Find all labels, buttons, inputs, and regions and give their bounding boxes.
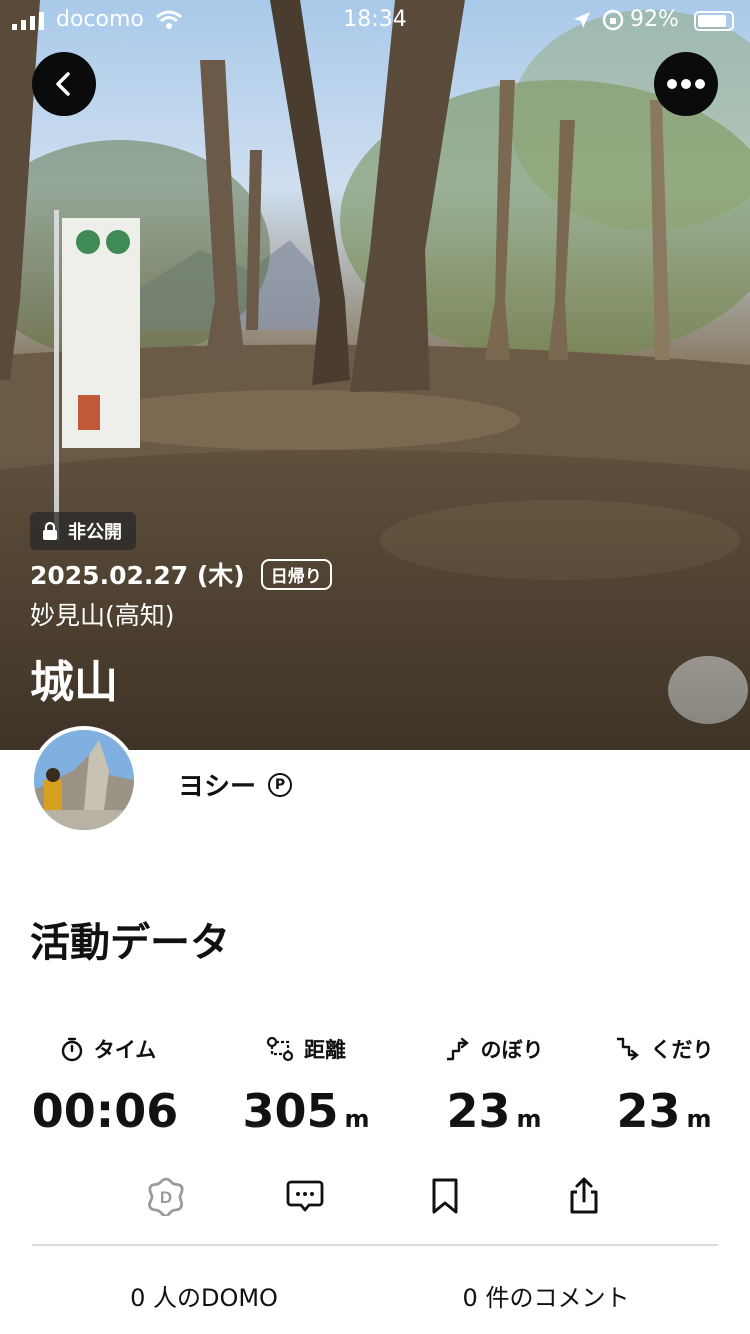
user-row[interactable]: ヨシー P <box>178 766 293 803</box>
hero-photo: docomo 18:34 92% 非公開 2025.02.27 (木) 日帰り … <box>0 0 750 750</box>
date-row: 2025.02.27 (木) 日帰り <box>30 556 332 592</box>
activity-date: 2025.02.27 (木) <box>30 561 245 590</box>
stat-descent-label: くだり <box>650 1038 714 1062</box>
mountain-name[interactable]: 妙見山(高知) <box>30 596 175 632</box>
bookmark-icon <box>432 1178 458 1214</box>
stat-distance-unit: m <box>344 1105 370 1133</box>
stat-ascent-unit: m <box>516 1105 542 1133</box>
location-arrow-icon <box>574 12 590 28</box>
bookmark-button[interactable] <box>423 1174 467 1218</box>
stopwatch-icon <box>61 1037 82 1062</box>
stat-ascent-value: 23 <box>446 1084 511 1138</box>
stat-distance-value: 305 <box>242 1084 339 1138</box>
route-icon <box>266 1036 294 1062</box>
visibility-badge: 非公開 <box>30 512 136 550</box>
domo-button[interactable]: D <box>144 1174 188 1218</box>
comment-count-link[interactable]: 0 件のコメント <box>396 1278 696 1313</box>
domo-icon: D <box>148 1177 184 1216</box>
back-button[interactable] <box>32 52 96 116</box>
activity-title: 城山 <box>30 657 118 708</box>
avatar[interactable] <box>30 726 138 834</box>
stat-distance-label: 距離 <box>304 1038 346 1062</box>
svg-text:D: D <box>160 1188 172 1207</box>
stat-descent-value: 23 <box>616 1084 681 1138</box>
stat-time-value: 00:06 <box>31 1084 179 1138</box>
stats-row: タイム 00:06 距離 305 m のぼり 23 m くだり 23 m <box>0 1034 750 1154</box>
comment-button[interactable] <box>283 1174 327 1218</box>
stat-ascent-label: のぼり <box>480 1038 544 1062</box>
stat-time: タイム 00:06 <box>18 1034 198 1138</box>
visibility-label: 非公開 <box>68 522 122 543</box>
avatar-image <box>34 730 134 830</box>
battery-icon <box>694 11 734 31</box>
ascent-icon <box>446 1037 469 1061</box>
user-name[interactable]: ヨシー <box>178 766 256 803</box>
activity-data-title: 活動データ <box>30 920 230 966</box>
divider <box>32 1244 718 1246</box>
stat-ascent: のぼり 23 m <box>404 1034 584 1138</box>
action-bar: D 0 人のDOMO 0 件のコメント <box>0 1148 750 1334</box>
share-icon <box>570 1177 598 1214</box>
status-bar: docomo 18:34 92% <box>0 0 750 40</box>
battery-percentage: 92% <box>630 7 679 32</box>
premium-badge: P <box>268 772 293 797</box>
domo-count-link[interactable]: 0 人のDOMO <box>54 1278 354 1313</box>
lock-icon <box>43 521 57 540</box>
stat-descent-unit: m <box>686 1105 712 1133</box>
comment-icon <box>286 1180 324 1212</box>
share-button[interactable] <box>562 1174 606 1218</box>
descent-icon <box>616 1037 639 1061</box>
stat-distance: 距離 305 m <box>216 1034 396 1138</box>
more-horizontal-icon <box>667 79 705 89</box>
stat-descent: くだり 23 m <box>574 1034 750 1138</box>
trip-type-tag: 日帰り <box>260 558 332 590</box>
orientation-lock-icon <box>602 9 624 31</box>
chevron-left-icon <box>56 72 70 96</box>
stat-time-label: タイム <box>93 1038 157 1062</box>
more-options-button[interactable] <box>654 52 718 116</box>
